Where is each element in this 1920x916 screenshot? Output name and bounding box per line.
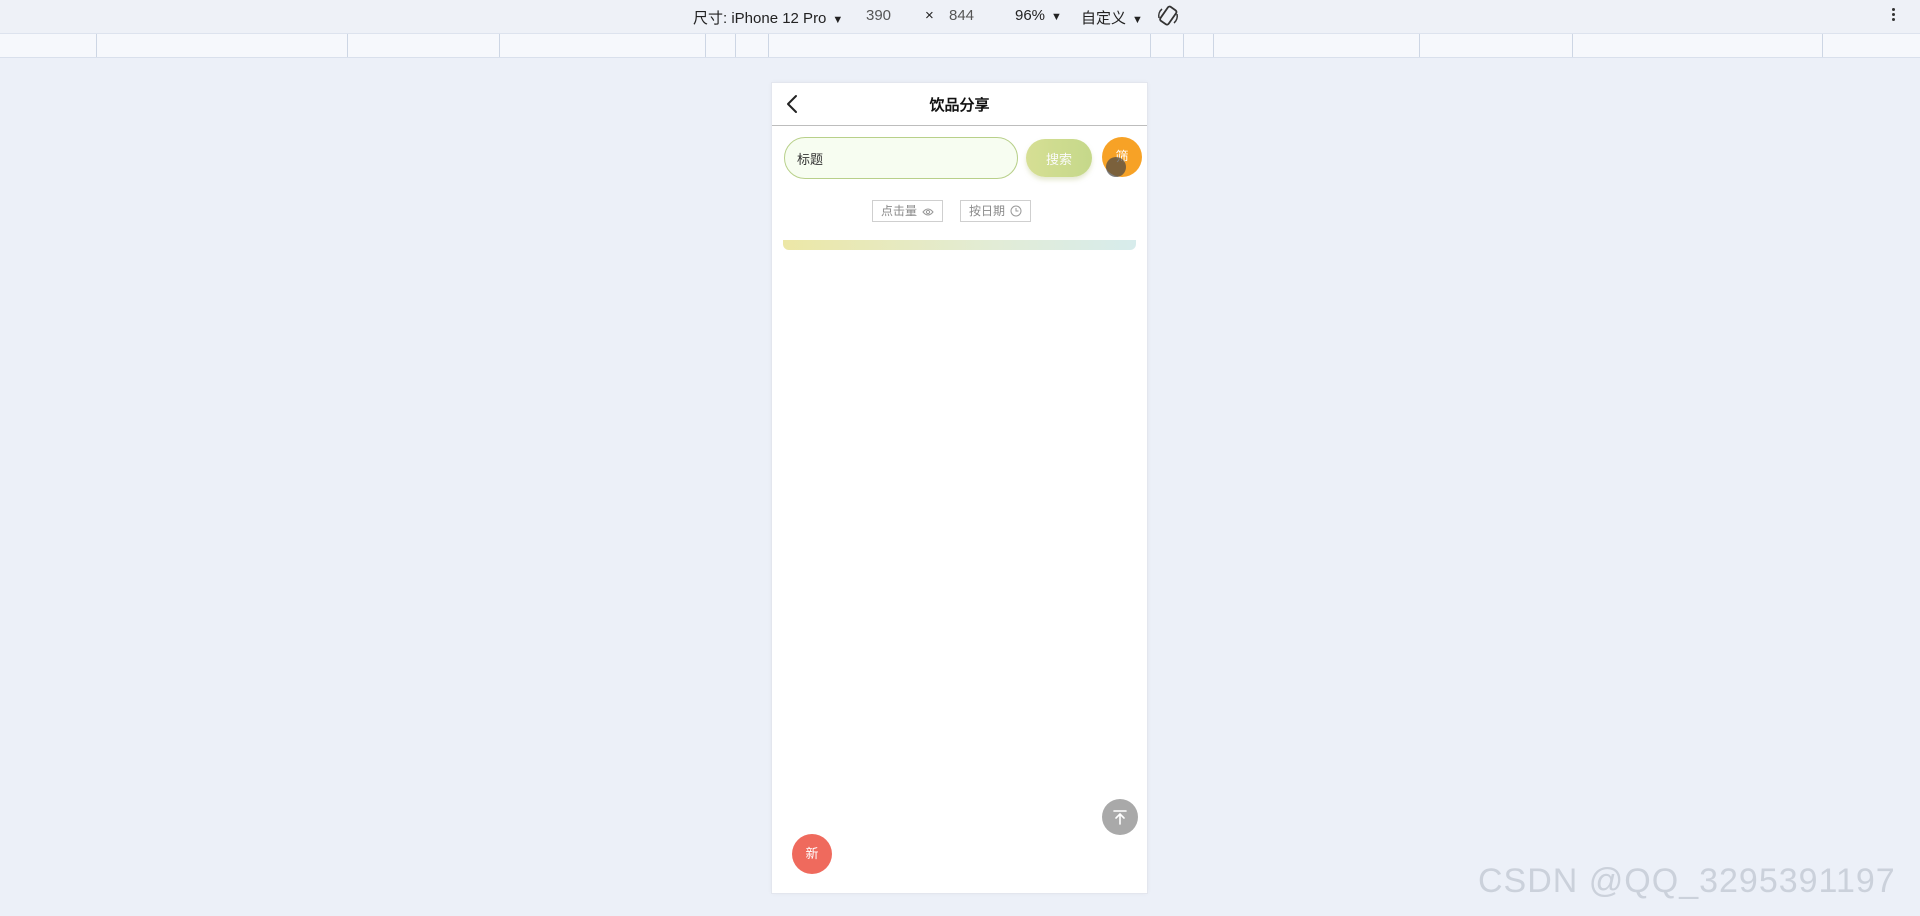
device-viewport: 饮品分享 搜索 筛 点击量 按日期 新	[772, 83, 1147, 893]
devtools-toolbar: 尺寸: iPhone 12 Pro ▼ 390 × 844 96% ▼ 自定义 ▼	[0, 0, 1920, 34]
sort-date-label: 按日期	[969, 204, 1006, 218]
sort-by-clicks-button[interactable]: 点击量	[872, 200, 944, 222]
zoom-select[interactable]: 96% ▼	[1015, 7, 1062, 24]
device-select[interactable]: 尺寸: iPhone 12 Pro ▼	[693, 7, 843, 28]
watermark: CSDN @QQ_3295391197	[1478, 862, 1896, 900]
search-button[interactable]: 搜索	[1026, 139, 1092, 177]
throttle-select[interactable]: 自定义 ▼	[1081, 7, 1143, 28]
throttle-label: 自定义	[1081, 10, 1127, 27]
width-input[interactable]: 390	[866, 7, 891, 24]
caret-down-icon: ▼	[1132, 14, 1143, 26]
device-label: 尺寸: iPhone 12 Pro	[693, 10, 827, 27]
touch-cursor	[1106, 157, 1126, 177]
back-to-top-button[interactable]	[1102, 799, 1138, 835]
sort-clicks-label: 点击量	[881, 204, 918, 218]
height-input[interactable]: 844	[949, 7, 974, 24]
eye-icon	[922, 208, 935, 216]
arrow-up-icon	[1113, 810, 1127, 825]
more-options-icon[interactable]	[1886, 6, 1900, 26]
search-input[interactable]	[784, 137, 1018, 179]
caret-down-icon: ▼	[832, 14, 844, 26]
sort-by-date-button[interactable]: 按日期	[960, 200, 1032, 222]
clock-icon	[1010, 205, 1022, 217]
list-container-strip	[783, 240, 1136, 250]
new-post-button[interactable]: 新	[792, 834, 832, 874]
page-title: 饮品分享	[929, 97, 990, 114]
times-sign: ×	[925, 7, 934, 24]
nav-bar: 饮品分享	[772, 83, 1147, 126]
zoom-label: 96%	[1015, 7, 1046, 24]
media-query-ruler	[0, 34, 1920, 58]
caret-down-icon: ▼	[1051, 11, 1062, 23]
rotate-device-icon[interactable]	[1156, 4, 1180, 28]
